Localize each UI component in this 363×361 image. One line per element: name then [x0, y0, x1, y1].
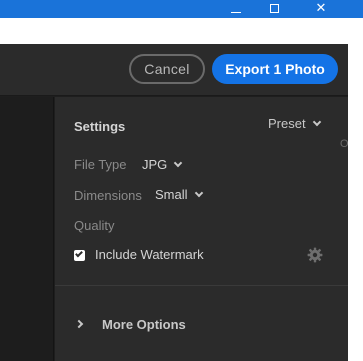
maximize-icon[interactable]	[259, 0, 289, 18]
dimensions-value: Small	[155, 187, 188, 202]
export-button[interactable]: Export 1 Photo	[212, 54, 338, 84]
quality-label: Quality	[74, 218, 115, 233]
dimensions-dropdown[interactable]: Small	[155, 187, 203, 202]
chevron-down-icon	[194, 188, 203, 198]
settings-title: Settings	[74, 119, 126, 134]
gear-icon[interactable]	[305, 246, 325, 264]
window-titlebar: ✕	[0, 0, 363, 18]
chevron-right-icon[interactable]	[74, 319, 84, 329]
close-icon[interactable]: ✕	[306, 0, 336, 18]
checkmark-icon	[75, 249, 83, 258]
content-strip	[0, 18, 348, 44]
chevron-down-icon	[312, 117, 321, 127]
preset-label: Preset	[268, 116, 306, 131]
cancel-button[interactable]: Cancel	[129, 54, 205, 84]
right-gutter	[348, 18, 363, 361]
minimize-icon[interactable]	[221, 0, 251, 18]
preset-dropdown[interactable]: Preset	[268, 116, 321, 131]
more-options-toggle[interactable]: More Options	[102, 317, 186, 332]
cropped-column-label: ONS	[340, 138, 348, 150]
left-pane	[0, 97, 54, 361]
watermark-checkbox[interactable]	[74, 249, 85, 261]
dimensions-label: Dimensions	[74, 188, 142, 203]
file-type-value: JPG	[142, 157, 168, 172]
chevron-down-icon	[174, 158, 183, 168]
file-type-dropdown[interactable]: JPG	[142, 157, 183, 172]
export-dialog-header: Cancel Export 1 Photo	[0, 44, 348, 96]
file-type-label: File Type	[74, 157, 127, 172]
divider	[55, 285, 348, 286]
settings-panel: Settings Preset File Type JPG Dimensions…	[55, 97, 348, 361]
watermark-label[interactable]: Include Watermark	[95, 247, 204, 262]
